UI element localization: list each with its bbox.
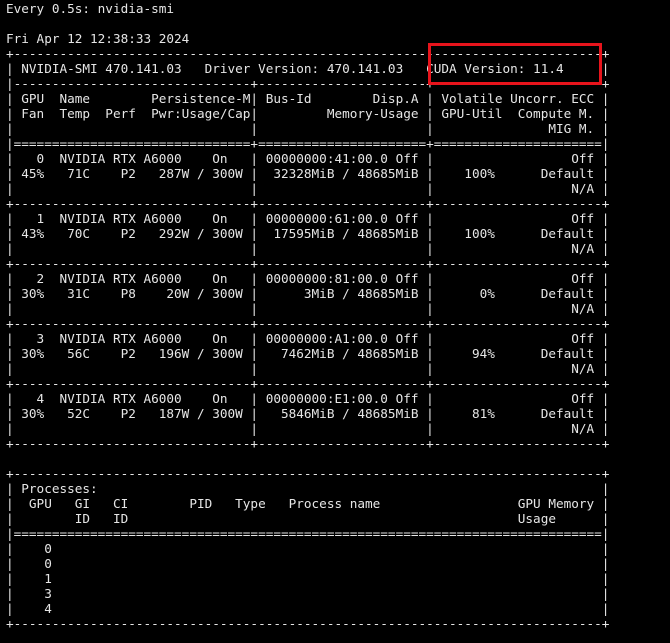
terminal-line: | 4 |: [6, 601, 610, 616]
terminal-line: +-------------------------------+-------…: [6, 376, 610, 391]
terminal-line: | 1 |: [6, 571, 610, 586]
terminal-line: | 0 NVIDIA RTX A6000 On | 00000000:41:00…: [6, 151, 610, 166]
terminal-line: | | | N/A |: [6, 361, 610, 376]
terminal-line: +---------------------------------------…: [6, 466, 610, 481]
terminal-line: +-------------------------------+-------…: [6, 436, 610, 451]
terminal-line: | 30% 56C P2 196W / 300W | 7462MiB / 486…: [6, 346, 610, 361]
terminal-line: +-------------------------------+-------…: [6, 256, 610, 271]
terminal-line: | Processes: |: [6, 481, 610, 496]
terminal-line: | 30% 31C P8 20W / 300W | 3MiB / 48685Mi…: [6, 286, 610, 301]
terminal-line: | GPU GI CI PID Type Process name GPU Me…: [6, 496, 610, 511]
terminal-line: | Fan Temp Perf Pwr:Usage/Cap| Memory-Us…: [6, 106, 610, 121]
terminal-line: | | | N/A |: [6, 181, 610, 196]
terminal-line: | 43% 70C P2 292W / 300W | 17595MiB / 48…: [6, 226, 610, 241]
terminal-line: | 2 NVIDIA RTX A6000 On | 00000000:81:00…: [6, 271, 610, 286]
terminal-line: | 0 |: [6, 541, 610, 556]
terminal-line: |===============================+=======…: [6, 136, 610, 151]
terminal-window[interactable]: Every 0.5s: nvidia-smi Fri Apr 12 12:38:…: [0, 0, 670, 643]
cuda-version-highlight-box: [428, 43, 602, 85]
terminal-line: Every 0.5s: nvidia-smi: [6, 1, 175, 16]
terminal-line: +-------------------------------+-------…: [6, 196, 610, 211]
terminal-line: Fri Apr 12 12:38:33 2024: [6, 31, 190, 46]
terminal-line: | 30% 52C P2 187W / 300W | 5846MiB / 486…: [6, 406, 610, 421]
terminal-line: +-------------------------------+-------…: [6, 316, 610, 331]
terminal-line: |=======================================…: [6, 526, 610, 541]
terminal-line: | 3 |: [6, 586, 610, 601]
terminal-line: | 0 |: [6, 556, 610, 571]
terminal-line: | | | N/A |: [6, 301, 610, 316]
terminal-line: | 45% 71C P2 287W / 300W | 32328MiB / 48…: [6, 166, 610, 181]
terminal-line: +---------------------------------------…: [6, 616, 610, 631]
terminal-line: | 4 NVIDIA RTX A6000 On | 00000000:E1:00…: [6, 391, 610, 406]
terminal-line: | | | N/A |: [6, 241, 610, 256]
terminal-line: | | | MIG M. |: [6, 121, 610, 136]
terminal-line: | GPU Name Persistence-M| Bus-Id Disp.A …: [6, 91, 610, 106]
terminal-line: | 1 NVIDIA RTX A6000 On | 00000000:61:00…: [6, 211, 610, 226]
terminal-line: | 3 NVIDIA RTX A6000 On | 00000000:A1:00…: [6, 331, 610, 346]
terminal-line: | | | N/A |: [6, 421, 610, 436]
terminal-line: | ID ID Usage |: [6, 511, 610, 526]
